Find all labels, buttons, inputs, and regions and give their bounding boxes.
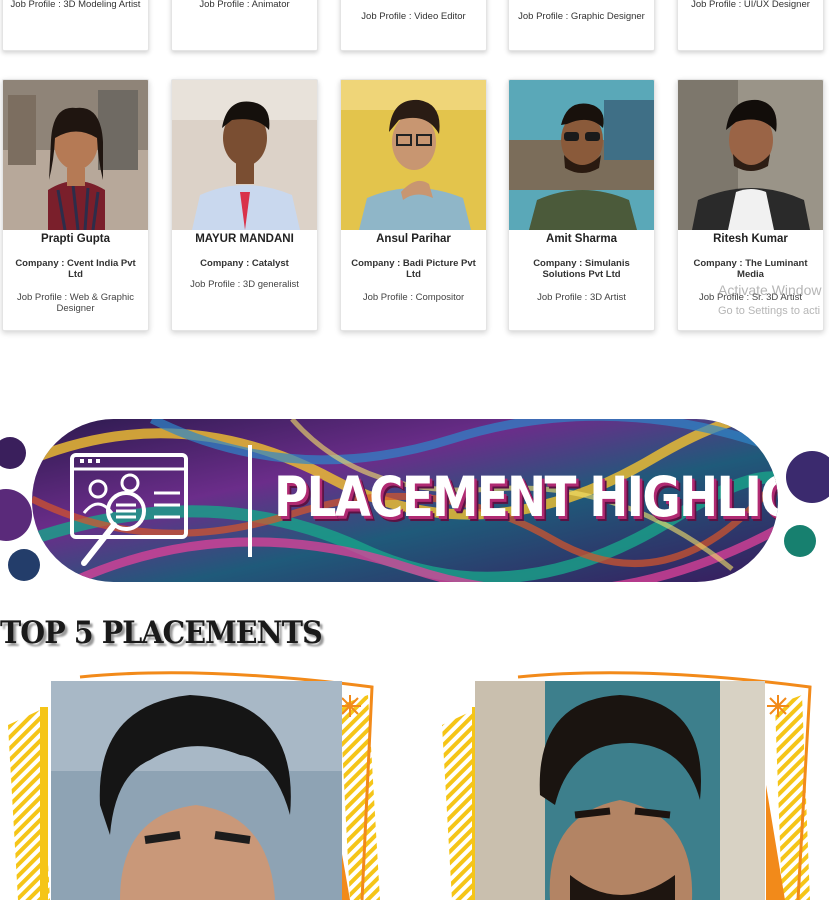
student-card: Job Profile : Graphic Designer (508, 0, 655, 51)
activate-windows-watermark: Activate Window (718, 282, 822, 298)
student-photo (341, 80, 486, 230)
student-name: MAYUR MANDANI (195, 233, 294, 245)
sparkle-icon (339, 695, 361, 717)
student-photo (509, 80, 654, 230)
student-job-profile: Job Profile : Compositor (362, 292, 465, 303)
sparkle-icon (767, 695, 789, 717)
student-job-profile: Job Profile : 3D generalist (190, 279, 299, 290)
banner-divider (248, 445, 252, 557)
student-job-profile: Job Profile : Web & Graphic Designer (16, 292, 135, 314)
profile-search-icon (70, 453, 188, 566)
student-card: Job Profile : 3D Modeling Artist (2, 0, 149, 51)
student-photo (678, 80, 823, 230)
placement-highlights-banner: PLACEMENT HIGHLIGHTS (32, 419, 778, 582)
student-card: Job Profile : Video Editor (340, 0, 487, 51)
job-profile: Job Profile : 3D Modeling Artist (10, 0, 141, 10)
student-card[interactable]: Amit Sharma Company : Simulanis Solution… (508, 79, 655, 331)
student-name: Ansul Parihar (376, 233, 451, 245)
student-photo (172, 80, 317, 230)
featured-placement-card[interactable] (0, 665, 390, 900)
placement-photo (51, 681, 342, 900)
job-profile: Job Profile : Animator (199, 0, 290, 10)
student-company: Company : The Luminant Media (693, 258, 808, 280)
placement-photo (475, 681, 765, 900)
student-name: Prapti Gupta (40, 233, 110, 245)
job-profile: Job Profile : Graphic Designer (518, 11, 645, 22)
activate-windows-subtext: Go to Settings to acti (718, 305, 821, 317)
student-card[interactable]: Ansul Parihar Company : Badi Picture Pvt… (340, 79, 487, 331)
student-company: Company : Badi Picture Pvt Ltd (351, 258, 476, 280)
student-company: Company : Cvent India Pvt Ltd (15, 258, 136, 280)
student-company: Company : Simulanis Solutions Pvt Ltd (533, 258, 630, 280)
top-row-cards: Job Profile : 3D Modeling Artist Job Pro… (0, 0, 829, 55)
job-profile: Job Profile : Video Editor (361, 11, 466, 22)
student-company: Company : Catalyst (200, 258, 289, 269)
stripe-decoration (340, 695, 380, 900)
banner-title: PLACEMENT HIGHLIGHTS (274, 465, 778, 529)
student-card: Job Profile : UI/UX Designer (677, 0, 824, 51)
student-card[interactable]: MAYUR MANDANI Company : Catalyst Job Pro… (171, 79, 318, 331)
student-name: Amit Sharma (546, 233, 617, 245)
student-name: Ritesh Kumar (713, 233, 788, 245)
student-card: Job Profile : Animator (171, 0, 318, 51)
student-photo (3, 80, 148, 230)
student-job-profile: Job Profile : 3D Artist (537, 292, 626, 303)
featured-placement-card[interactable] (430, 665, 829, 900)
job-profile: Job Profile : UI/UX Designer (691, 0, 810, 10)
student-card[interactable]: Prapti Gupta Company : Cvent India Pvt L… (2, 79, 149, 331)
section-title: TOP 5 PLACEMENTS (0, 615, 323, 651)
